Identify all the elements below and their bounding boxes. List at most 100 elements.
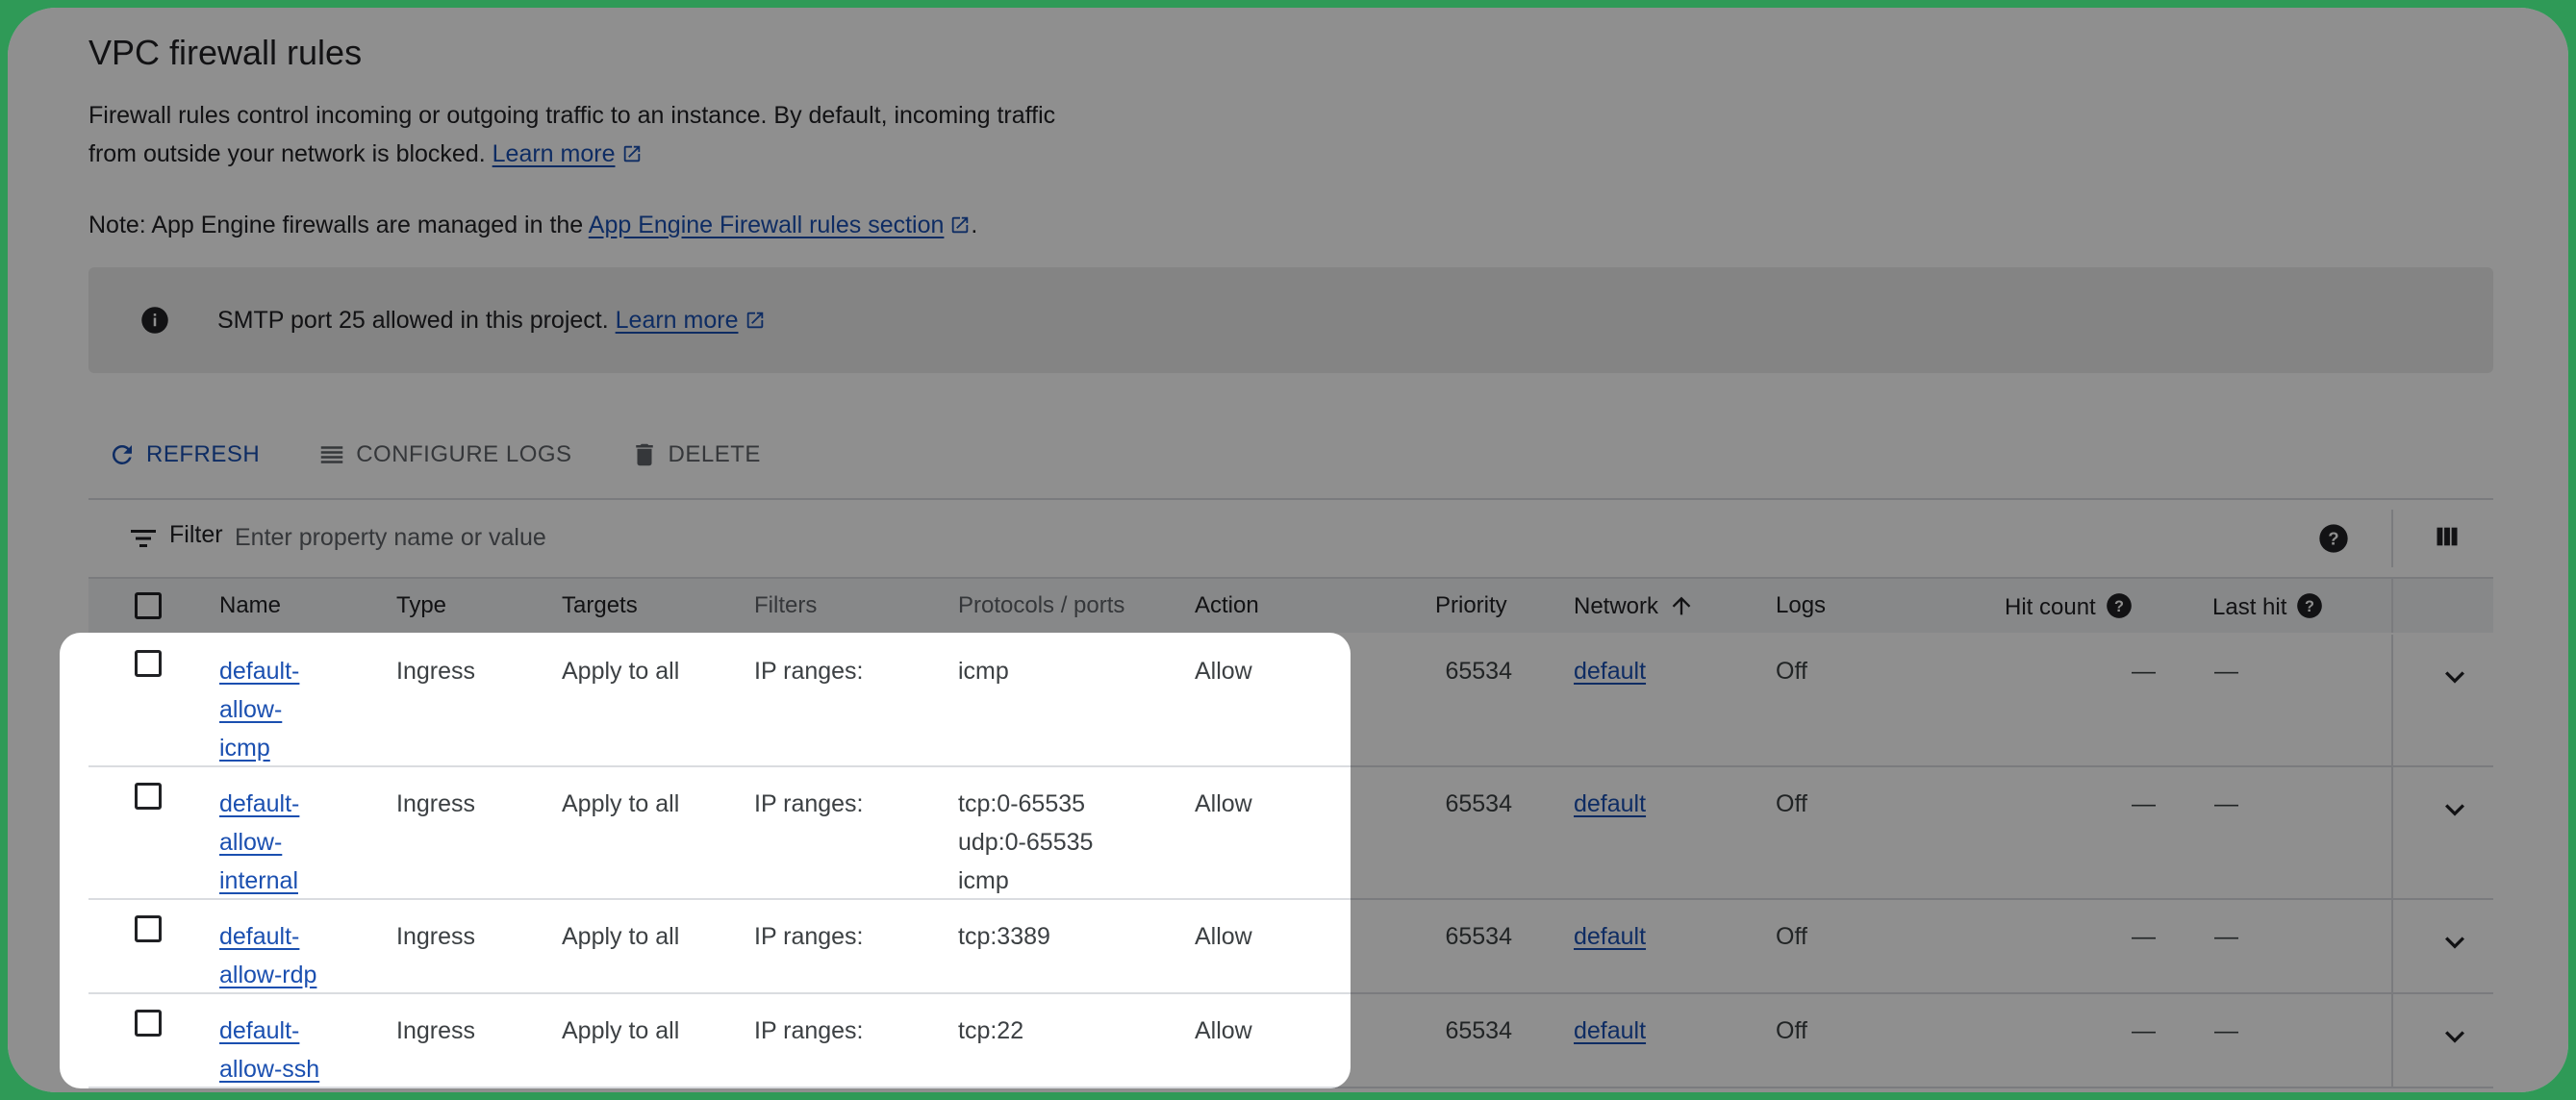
learn-more-label: Learn more [492,140,616,167]
rule-priority: 65534 [1445,658,1512,685]
protocol-entry: icmp [958,658,1009,685]
rule-network-link[interactable]: default [1574,1012,1646,1050]
column-header-action[interactable]: Action [1195,592,1259,619]
list-icon [320,446,343,463]
rule-name-link[interactable]: default-allow-internal [219,785,299,900]
rule-network-link[interactable]: default [1574,917,1646,956]
rule-hit-count: — [2132,658,2156,685]
select-all-checkbox[interactable] [135,592,162,619]
rule-action: Allow [1195,923,1252,950]
banner-text: SMTP port 25 allowed in this project. [217,307,609,334]
protocol-entry: icmp [958,867,1009,894]
filter-label: Filter [169,521,223,548]
note-prefix: Note: App Engine firewalls are managed i… [88,212,589,238]
expander-column-divider [2391,635,2393,767]
rule-logs: Off [1776,658,1807,685]
rule-type: Ingress [396,790,475,817]
rule-name-cell: default-allow-internal [219,785,299,900]
svg-text:?: ? [2114,598,2124,615]
chevron-down-icon[interactable] [2436,790,2474,829]
network-header-label: Network [1574,593,1659,619]
rule-name-link[interactable]: default-allow-icmp [219,652,299,767]
app-engine-note: Note: App Engine firewalls are managed i… [88,206,977,244]
rule-action: Allow [1195,1017,1252,1044]
rule-hit-count: — [2132,790,2156,817]
help-icon[interactable]: ? [2106,592,2133,619]
rule-logs: Off [1776,1017,1807,1044]
refresh-label: REFRESH [146,441,261,467]
rule-name-line: allow-ssh [219,1056,320,1083]
rule-type: Ingress [396,658,475,685]
rule-name-line: default- [219,923,300,950]
trash-icon [635,443,653,466]
rule-name-line: allow- [219,696,283,723]
rule-name-line: allow- [219,829,283,856]
highlight-region: VPC firewall rules Firewall rules contro… [60,633,1351,1088]
external-link-icon [746,312,763,329]
row-checkbox[interactable] [135,915,162,942]
filter-icon [131,530,156,547]
chevron-down-icon[interactable] [2436,923,2474,962]
delete-label: DELETE [668,441,761,467]
protocol-entry: tcp:0-65535 [958,790,1086,817]
row-checkbox[interactable] [135,650,162,677]
refresh-icon [112,444,132,464]
column-header-last-hit[interactable]: Last hit? [2212,592,2323,621]
rule-network-link[interactable]: default [1574,652,1646,690]
chevron-down-icon[interactable] [2436,1017,2474,1056]
svg-text:?: ? [2328,529,2338,549]
rule-last-hit: — [2214,658,2238,685]
rule-filters: IP ranges: [754,658,864,685]
row-checkbox[interactable] [135,783,162,810]
rule-protocols: tcp:0-65535 udp:0-65535 icmp [958,785,1093,900]
help-icon[interactable]: ? [2318,523,2349,554]
app-engine-rules-link[interactable]: App Engine Firewall rules section [589,212,972,238]
sort-ascending-icon [1672,596,1691,615]
rule-name-cell: default-allow-rdp [219,917,316,994]
configure-logs-label: CONFIGURE LOGS [356,441,572,467]
rule-last-hit: — [2214,1017,2238,1044]
column-header-targets[interactable]: Targets [562,592,638,619]
rule-priority: 65534 [1445,790,1512,817]
column-display-icon[interactable] [2434,523,2461,550]
rule-name-line: internal [219,867,298,894]
table-row: default-allow-rdp Ingress Apply to all I… [88,900,1351,994]
column-header-type[interactable]: Type [396,592,446,619]
column-header-priority[interactable]: Priority [1435,592,1507,619]
refresh-button[interactable]: REFRESH [108,440,260,469]
rule-name-link[interactable]: default-allow-ssh [219,1012,319,1088]
hit-count-label: Hit count [2005,594,2096,620]
column-header-hit-count[interactable]: Hit count? [2005,592,2133,621]
external-link-icon [952,216,969,234]
page-description: Firewall rules control incoming or outgo… [88,96,1079,173]
delete-button[interactable]: DELETE [630,440,761,469]
rule-action: Allow [1195,790,1252,817]
row-checkbox[interactable] [135,1010,162,1037]
column-header-name[interactable]: Name [219,592,281,619]
last-hit-label: Last hit [2212,594,2287,620]
help-icon[interactable]: ? [2296,592,2323,619]
rule-name-cell: default-allow-icmp [219,652,299,767]
chevron-down-icon[interactable] [2436,658,2474,696]
rule-network-link[interactable]: default [1574,785,1646,823]
learn-more-link[interactable]: Learn more [492,140,643,167]
external-link-icon [623,145,640,162]
rule-hit-count: — [2132,1017,2156,1044]
configure-logs-button[interactable]: CONFIGURE LOGS [317,440,571,469]
rule-targets: Apply to all [562,1017,680,1044]
rule-last-hit: — [2214,790,2238,817]
column-header-logs[interactable]: Logs [1776,592,1826,619]
rule-name-link[interactable]: default-allow-rdp [219,917,316,994]
column-header-network[interactable]: Network [1574,592,1695,620]
filter-bar: Filter ? [88,500,2493,577]
note-suffix: . [971,212,978,238]
banner-learn-more-label: Learn more [615,307,739,334]
rule-name-line: allow-rdp [219,962,317,988]
rule-name-line: default- [219,658,300,685]
table-row: default-allow-internal Ingress Apply to … [88,767,1351,900]
rule-targets: Apply to all [562,658,680,685]
protocol-entry: tcp:3389 [958,923,1050,950]
filter-input[interactable] [233,515,1295,560]
banner-learn-more-link[interactable]: Learn more [616,307,766,334]
svg-text:?: ? [2305,598,2314,615]
